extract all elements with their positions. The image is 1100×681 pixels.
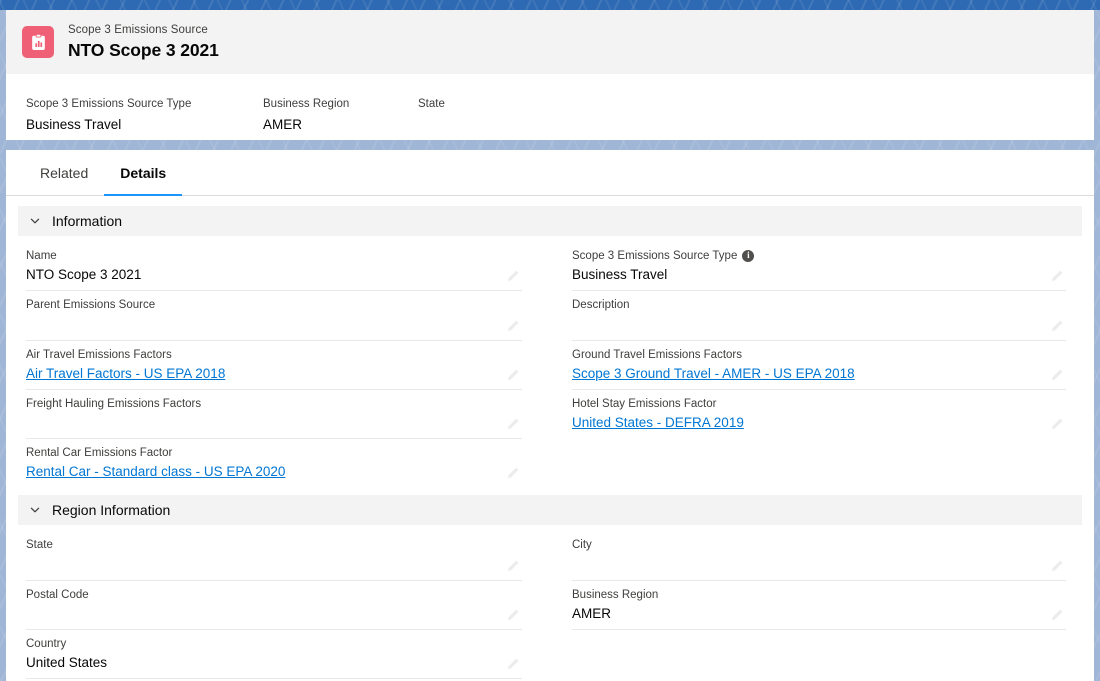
field-value <box>26 413 522 434</box>
edit-pencil-icon[interactable] <box>506 269 520 283</box>
field-label: Country <box>26 637 67 650</box>
chevron-down-icon <box>28 214 42 228</box>
field-value <box>26 555 522 576</box>
highlight-field-value: Business Travel <box>26 117 122 133</box>
app-background: Scope 3 Emissions Source NTO Scope 3 202… <box>0 0 1100 681</box>
chevron-down-icon <box>28 503 42 517</box>
field-country: Country United States <box>26 630 522 679</box>
record-body-panel: Related Details Information Name NTO Sco… <box>6 150 1094 681</box>
tab-details[interactable]: Details <box>104 150 183 196</box>
edit-pencil-icon[interactable] <box>506 608 520 622</box>
edit-pencil-icon[interactable] <box>1050 608 1064 622</box>
edit-pencil-icon[interactable] <box>506 417 520 431</box>
field-postal-code: Postal Code <box>26 581 522 630</box>
field-value <box>26 604 522 625</box>
field-parent-emissions-source: Parent Emissions Source <box>26 291 522 341</box>
details-panel: Information Name NTO Scope 3 2021 Parent… <box>6 196 1094 681</box>
field-label: Freight Hauling Emissions Factors <box>26 397 202 410</box>
field-label: Postal Code <box>26 588 89 601</box>
tab-label: Details <box>120 164 167 181</box>
highlight-field: Business Region AMER <box>263 96 418 135</box>
highlight-field-label: Business Region <box>263 98 350 110</box>
clipboard-chart-icon <box>22 26 54 58</box>
field-hotel-stay-emissions-factor: Hotel Stay Emissions Factor United State… <box>572 390 1066 438</box>
edit-pencil-icon[interactable] <box>1050 559 1064 573</box>
section-column-right: Scope 3 Emissions Source Type i Business … <box>550 242 1074 487</box>
edit-pencil-icon[interactable] <box>506 368 520 382</box>
field-label: City <box>572 539 592 552</box>
edit-pencil-icon[interactable] <box>1050 319 1064 333</box>
field-label: Hotel Stay Emissions Factor <box>572 397 717 410</box>
field-city: City <box>572 531 1066 581</box>
tab-bar: Related Details <box>6 150 1094 196</box>
field-label: Air Travel Emissions Factors <box>26 348 172 361</box>
edit-pencil-icon[interactable] <box>506 559 520 573</box>
field-value-link[interactable]: Scope 3 Ground Travel - AMER - US EPA 20… <box>572 364 1066 385</box>
field-state: State <box>26 531 522 581</box>
field-label: Ground Travel Emissions Factors <box>572 348 743 361</box>
page-title: NTO Scope 3 2021 <box>68 39 219 60</box>
section-header-information[interactable]: Information <box>18 206 1082 236</box>
record-highlights-panel: Scope 3 Emissions Source NTO Scope 3 202… <box>6 10 1094 140</box>
field-freight-hauling-emissions-factors: Freight Hauling Emissions Factors <box>26 390 522 439</box>
tab-related[interactable]: Related <box>24 150 104 195</box>
field-value-link[interactable]: Air Travel Factors - US EPA 2018 <box>26 364 522 385</box>
record-header: Scope 3 Emissions Source NTO Scope 3 202… <box>6 10 1094 74</box>
field-value <box>26 315 522 336</box>
field-description: Description <box>572 291 1066 341</box>
field-value <box>572 555 1066 576</box>
edit-pencil-icon[interactable] <box>506 657 520 671</box>
field-rental-car-emissions-factor: Rental Car Emissions Factor Rental Car -… <box>26 439 522 487</box>
section-header-region-information[interactable]: Region Information <box>18 495 1082 526</box>
tab-label: Related <box>40 164 89 181</box>
field-label: Scope 3 Emissions Source Type i <box>572 248 1066 265</box>
field-value-link[interactable]: Rental Car - Standard class - US EPA 202… <box>26 462 522 483</box>
field-label: Name <box>26 250 57 262</box>
highlight-fields: Scope 3 Emissions Source Type Business T… <box>6 74 1094 135</box>
field-label: State <box>26 539 53 552</box>
field-label-text: Scope 3 Emissions Source Type <box>572 250 738 262</box>
edit-pencil-icon[interactable] <box>506 466 520 480</box>
field-value: AMER <box>572 605 612 621</box>
section-title: Information <box>52 213 123 229</box>
section-title: Region Information <box>52 502 171 519</box>
field-label: Parent Emissions Source <box>26 299 156 312</box>
field-value-link[interactable]: United States - DEFRA 2019 <box>572 413 1066 434</box>
field-label: Business Region <box>572 588 659 601</box>
field-label: Description <box>572 299 630 312</box>
section-column-right: City Business Region AMER <box>550 531 1074 679</box>
edit-pencil-icon[interactable] <box>1050 269 1064 283</box>
object-type-label: Scope 3 Emissions Source <box>68 24 208 37</box>
field-value: United States <box>26 655 108 670</box>
section-column-left: Name NTO Scope 3 2021 Parent Emissions S… <box>26 242 550 487</box>
section-grid-region-information: State Postal Code Country United States … <box>18 531 1082 679</box>
edit-pencil-icon[interactable] <box>506 319 520 333</box>
field-ground-travel-emissions-factors: Ground Travel Emissions Factors Scope 3 … <box>572 341 1066 390</box>
highlight-field-value: AMER <box>263 117 303 133</box>
field-value <box>572 315 1066 336</box>
highlight-field: State <box>418 96 578 135</box>
highlight-field: Scope 3 Emissions Source Type Business T… <box>26 96 263 135</box>
section-grid-information: Name NTO Scope 3 2021 Parent Emissions S… <box>18 242 1082 487</box>
field-label: Rental Car Emissions Factor <box>26 447 173 459</box>
edit-pencil-icon[interactable] <box>1050 417 1064 431</box>
highlight-field-label: State <box>418 98 445 110</box>
field-value: NTO Scope 3 2021 <box>26 267 142 283</box>
field-name: Name NTO Scope 3 2021 <box>26 242 522 292</box>
field-air-travel-emissions-factors: Air Travel Emissions Factors Air Travel … <box>26 341 522 390</box>
field-scope-3-emissions-source-type: Scope 3 Emissions Source Type i Business … <box>572 242 1066 292</box>
edit-pencil-icon[interactable] <box>1050 368 1064 382</box>
highlight-field-label: Scope 3 Emissions Source Type <box>26 98 192 110</box>
info-icon[interactable]: i <box>742 249 755 262</box>
section-column-left: State Postal Code Country United States <box>26 531 550 679</box>
field-business-region: Business Region AMER <box>572 581 1066 630</box>
field-value: Business Travel <box>572 267 668 283</box>
